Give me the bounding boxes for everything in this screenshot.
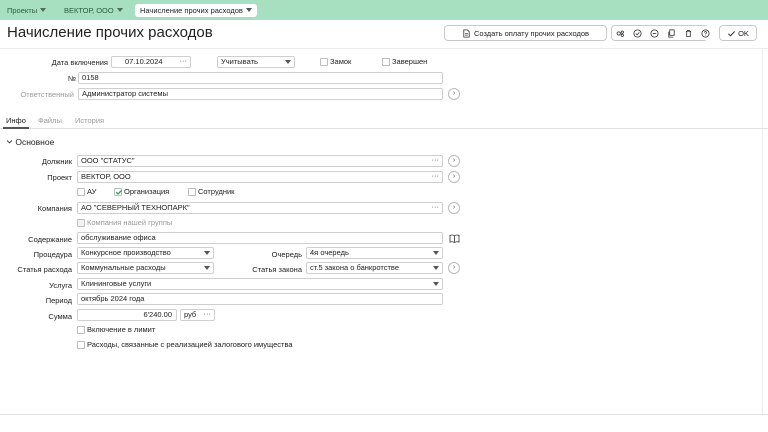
chevron-down-icon xyxy=(116,8,123,12)
chevron-right-icon[interactable]: › xyxy=(448,155,460,167)
lock-label: Замок xyxy=(330,57,352,66)
content-field[interactable]: обслуживание офиса xyxy=(77,232,443,244)
chevron-right-icon[interactable]: › xyxy=(448,88,460,100)
procedure-select[interactable]: Конкурсное производство xyxy=(77,247,214,259)
lock-checkbox[interactable] xyxy=(320,58,328,66)
chevron-down-icon xyxy=(204,266,210,270)
chevron-down-icon xyxy=(245,8,252,12)
company-label: Компания xyxy=(37,204,72,213)
active-tab-indicator xyxy=(3,127,29,129)
service-select[interactable]: Клининговые услуги xyxy=(77,278,443,290)
au-checkbox[interactable] xyxy=(77,188,85,196)
check-icon xyxy=(115,189,123,195)
copy-button[interactable] xyxy=(663,26,679,40)
number-field[interactable]: 0158 xyxy=(78,72,443,84)
chevron-down-icon xyxy=(433,266,439,270)
queue-label: Очередь xyxy=(271,250,302,259)
chevron-down-icon xyxy=(40,8,47,12)
collateral-checkbox[interactable] xyxy=(77,341,85,349)
finished-checkbox[interactable] xyxy=(382,58,390,66)
more-icon: ··· xyxy=(431,155,440,164)
law-select[interactable]: ст.5 закона о банкротстве xyxy=(306,262,443,274)
period-field[interactable]: октябрь 2024 года xyxy=(77,293,443,305)
page-title: Начисление прочих расходов xyxy=(7,24,213,41)
divider xyxy=(762,48,763,414)
service-label: Услуга xyxy=(49,281,72,290)
link-button[interactable] xyxy=(612,26,628,40)
collateral-label: Расходы, связанные с реализацией залогов… xyxy=(87,340,293,349)
more-icon: ··· xyxy=(431,171,440,180)
delete-button[interactable] xyxy=(680,26,696,40)
own-company-checkbox[interactable] xyxy=(77,219,85,227)
date-field[interactable]: 07.10.2024 ··· xyxy=(111,56,191,68)
help-button[interactable] xyxy=(697,26,713,40)
help-icon xyxy=(700,28,710,38)
chevron-right-icon[interactable]: › xyxy=(448,202,460,214)
trash-icon xyxy=(685,29,691,37)
check-icon xyxy=(728,30,736,36)
divider xyxy=(0,48,768,49)
chevron-down-icon xyxy=(433,282,439,286)
include-limit-checkbox[interactable] xyxy=(77,326,85,334)
organization-checkbox[interactable] xyxy=(114,188,123,196)
law-label: Статья закона xyxy=(252,265,302,274)
employee-checkbox[interactable] xyxy=(188,188,196,196)
account-select[interactable]: Учитывать xyxy=(217,56,295,68)
chevron-right-icon[interactable]: › xyxy=(448,262,460,274)
procedure-label: Процедура xyxy=(33,250,72,259)
finished-label: Завершен xyxy=(392,57,428,66)
copy-icon xyxy=(667,28,675,38)
check-circle-icon xyxy=(632,28,642,38)
breadcrumb-current[interactable]: Начисление прочих расходов xyxy=(135,4,257,17)
content-label: Содержание xyxy=(28,235,72,244)
sum-label: Сумма xyxy=(48,312,72,321)
responsible-field[interactable]: Администратор системы xyxy=(78,88,443,100)
chevron-down-icon xyxy=(285,60,291,64)
sum-field[interactable]: 6'240.00 xyxy=(77,309,177,321)
queue-select[interactable]: 4я очередь xyxy=(306,247,443,259)
debtor-label: Должник xyxy=(41,157,72,166)
responsible-label: Ответственный xyxy=(20,90,74,99)
approve-button[interactable] xyxy=(629,26,645,40)
employee-label: Сотрудник xyxy=(198,187,235,196)
expense-select[interactable]: Коммунальные расходы xyxy=(77,262,214,274)
debtor-field[interactable]: ООО "СТАТУС" ··· xyxy=(77,155,443,167)
breadcrumb-projects[interactable]: Проекты xyxy=(7,4,47,17)
include-limit-label: Включение в лимит xyxy=(87,325,156,334)
tab-bar: Инфо Файлы История xyxy=(0,113,768,129)
reject-button[interactable] xyxy=(646,26,662,40)
project-field[interactable]: ВЕКТОР, ООО ··· xyxy=(77,171,443,183)
tab-files[interactable]: Файлы xyxy=(38,116,62,125)
chevron-down-icon xyxy=(6,140,13,144)
create-payment-button[interactable]: Создать оплату прочих расходов xyxy=(444,25,607,41)
au-label: АУ xyxy=(87,187,97,196)
more-icon: ··· xyxy=(431,202,440,211)
expense-label: Статья расхода xyxy=(17,265,72,274)
book-icon[interactable] xyxy=(449,234,460,243)
organization-label: Организация xyxy=(124,187,170,196)
ok-button[interactable]: OK xyxy=(719,25,757,41)
period-label: Период xyxy=(45,296,72,305)
breadcrumb: Проекты ВЕКТОР, ООО Начисление прочих ра… xyxy=(0,0,768,20)
section-main[interactable]: Основное xyxy=(6,137,54,147)
chevron-right-icon[interactable]: › xyxy=(448,171,460,183)
more-icon: ··· xyxy=(203,309,212,318)
chevron-down-icon xyxy=(204,251,210,255)
tab-history[interactable]: История xyxy=(75,116,104,125)
tab-info[interactable]: Инфо xyxy=(6,116,26,125)
divider xyxy=(0,414,768,415)
document-icon xyxy=(463,28,470,38)
breadcrumb-project[interactable]: ВЕКТОР, ООО xyxy=(64,4,123,17)
minus-circle-icon xyxy=(649,28,659,38)
link-icon xyxy=(616,30,624,37)
chevron-down-icon xyxy=(433,251,439,255)
company-field[interactable]: АО "СЕВЕРНЫЙ ТЕХНОПАРК" ··· xyxy=(77,202,443,214)
currency-field[interactable]: руб ··· xyxy=(180,309,215,321)
own-company-label: Компания нашей группы xyxy=(87,218,173,227)
project-label: Проект xyxy=(47,173,72,182)
number-label: № xyxy=(67,74,76,83)
more-icon: ··· xyxy=(179,56,188,65)
date-label: Дата включения xyxy=(51,58,108,67)
